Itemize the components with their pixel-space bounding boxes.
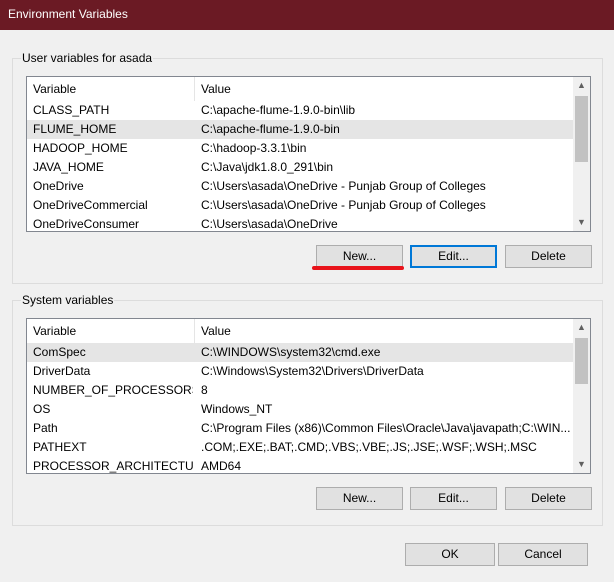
variable-name: ComSpec [33, 345, 86, 359]
scroll-up-arrow-icon[interactable]: ▲ [573, 319, 590, 336]
column-header-variable[interactable]: Variable [27, 319, 195, 343]
window-title: Environment Variables [8, 7, 128, 21]
scroll-down-arrow-icon[interactable]: ▼ [573, 214, 590, 231]
list-header: Variable Value [27, 319, 575, 343]
table-row[interactable]: DriverData C:\Windows\System32\Drivers\D… [27, 362, 575, 381]
variable-name: Path [33, 421, 58, 435]
scroll-up-arrow-icon[interactable]: ▲ [573, 77, 590, 94]
system-variables-rows: ComSpec C:\WINDOWS\system32\cmd.exe Driv… [27, 343, 575, 473]
system-new-button[interactable]: New... [316, 487, 403, 510]
ok-button[interactable]: OK [405, 543, 495, 566]
table-row[interactable]: HADOOP_HOME C:\hadoop-3.3.1\bin [27, 139, 575, 158]
scroll-down-arrow-icon[interactable]: ▼ [573, 456, 590, 473]
variable-value: Windows_NT [201, 402, 273, 416]
variable-value: AMD64 [201, 459, 242, 473]
system-edit-button[interactable]: Edit... [410, 487, 497, 510]
variable-value: C:\Java\jdk1.8.0_291\bin [201, 160, 334, 174]
variable-value: C:\Windows\System32\Drivers\DriverData [201, 364, 424, 378]
variable-value: C:\apache-flume-1.9.0-bin [201, 122, 340, 136]
column-header-value[interactable]: Value [195, 319, 575, 343]
variable-name: PATHEXT [33, 440, 87, 454]
list-header: Variable Value [27, 77, 575, 101]
table-row[interactable]: OneDriveConsumer C:\Users\asada\OneDrive [27, 215, 575, 231]
variable-value: C:\WINDOWS\system32\cmd.exe [201, 345, 381, 359]
user-edit-button[interactable]: Edit... [410, 245, 497, 268]
table-row-selected[interactable]: ComSpec C:\WINDOWS\system32\cmd.exe [27, 343, 575, 362]
table-row[interactable]: OneDriveCommercial C:\Users\asada\OneDri… [27, 196, 575, 215]
variable-value: C:\hadoop-3.3.1\bin [201, 141, 307, 155]
table-row[interactable]: Path C:\Program Files (x86)\Common Files… [27, 419, 575, 438]
user-variables-list[interactable]: Variable Value CLASS_PATH C:\apache-flum… [26, 76, 591, 232]
variable-value: 8 [201, 383, 208, 397]
system-delete-button[interactable]: Delete [505, 487, 592, 510]
variable-name: OneDriveCommercial [33, 198, 148, 212]
table-row[interactable]: PATHEXT .COM;.EXE;.BAT;.CMD;.VBS;.VBE;.J… [27, 438, 575, 457]
variable-name: JAVA_HOME [33, 160, 104, 174]
variable-value: C:\Users\asada\OneDrive - Punjab Group o… [201, 198, 486, 212]
variable-value: C:\Users\asada\OneDrive - Punjab Group o… [201, 179, 486, 193]
table-row[interactable]: PROCESSOR_ARCHITECTURE AMD64 [27, 457, 575, 473]
scrollbar-thumb[interactable] [575, 96, 588, 162]
red-highlight-underline [312, 266, 404, 270]
table-row-selected[interactable]: FLUME_HOME C:\apache-flume-1.9.0-bin [27, 120, 575, 139]
variable-name: OS [33, 402, 51, 416]
table-row[interactable]: OneDrive C:\Users\asada\OneDrive - Punja… [27, 177, 575, 196]
variable-name: HADOOP_HOME [33, 141, 128, 155]
variable-name: FLUME_HOME [33, 122, 117, 136]
variable-name: NUMBER_OF_PROCESSORS [33, 383, 193, 397]
variable-name: OneDriveConsumer [33, 217, 140, 231]
user-new-button[interactable]: New... [316, 245, 403, 268]
variable-value: C:\apache-flume-1.9.0-bin\lib [201, 103, 356, 117]
system-variables-scrollbar[interactable]: ▲ ▼ [573, 319, 590, 473]
system-variables-list[interactable]: Variable Value ComSpec C:\WINDOWS\system… [26, 318, 591, 474]
user-delete-button[interactable]: Delete [505, 245, 592, 268]
table-row[interactable]: JAVA_HOME C:\Java\jdk1.8.0_291\bin [27, 158, 575, 177]
user-variables-rows: CLASS_PATH C:\apache-flume-1.9.0-bin\lib… [27, 101, 575, 231]
variable-value: C:\Program Files (x86)\Common Files\Orac… [201, 421, 571, 435]
scrollbar-thumb[interactable] [575, 338, 588, 384]
variable-name: OneDrive [33, 179, 84, 193]
table-row[interactable]: OS Windows_NT [27, 400, 575, 419]
table-row[interactable]: NUMBER_OF_PROCESSORS 8 [27, 381, 575, 400]
variable-value: .COM;.EXE;.BAT;.CMD;.VBS;.VBE;.JS;.JSE;.… [201, 440, 537, 454]
cancel-button[interactable]: Cancel [498, 543, 588, 566]
user-variables-scrollbar[interactable]: ▲ ▼ [573, 77, 590, 231]
user-variables-label: User variables for asada [21, 51, 154, 65]
title-bar: Environment Variables [0, 0, 614, 30]
column-header-variable[interactable]: Variable [27, 77, 195, 101]
system-variables-label: System variables [21, 293, 115, 307]
column-header-value[interactable]: Value [195, 77, 575, 101]
variable-name: PROCESSOR_ARCHITECTURE [33, 459, 193, 473]
variable-name: CLASS_PATH [33, 103, 110, 117]
table-row[interactable]: CLASS_PATH C:\apache-flume-1.9.0-bin\lib [27, 101, 575, 120]
variable-value: C:\Users\asada\OneDrive [201, 217, 338, 231]
variable-name: DriverData [33, 364, 91, 378]
